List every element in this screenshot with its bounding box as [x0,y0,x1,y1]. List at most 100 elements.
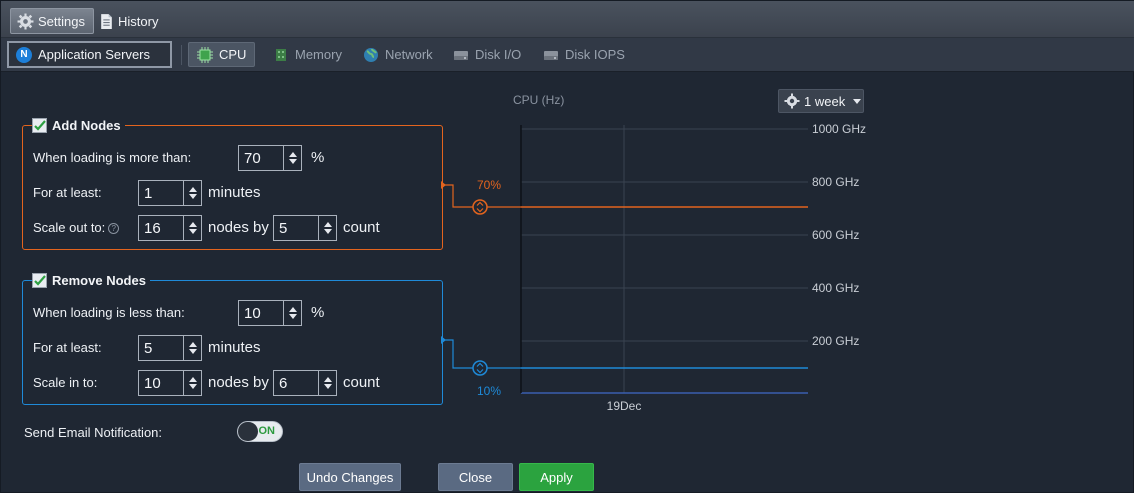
lower-threshold-pointer [441,336,446,344]
spinner-arrows[interactable] [183,371,201,395]
add-duration-stepper[interactable]: 1 [138,180,202,206]
tab-memory[interactable]: Memory [265,42,350,67]
tab-disk-iops[interactable]: Disk IOPS [535,42,633,67]
remove-threshold-unit: % [311,304,325,321]
remove-duration-unit: minutes [208,339,261,356]
chart-title: CPU (Hz) [513,93,565,107]
application-servers-selector[interactable]: N Application Servers [7,41,172,68]
tab-cpu[interactable]: CPU [188,42,256,67]
add-scale-count-stepper[interactable]: 5 [273,215,337,241]
tab-network-label: Network [385,47,433,62]
chart-y-tick-label: 800 GHz [812,175,859,189]
application-servers-label: Application Servers [38,47,150,62]
add-duration-label: For at least: [33,185,102,200]
spinner-arrows[interactable] [318,216,336,240]
add-threshold-unit: % [311,149,325,166]
node-badge-icon: N [16,46,32,63]
check-icon [33,120,46,131]
spinner-arrows[interactable] [183,336,201,360]
lower-threshold-label: 10% [477,384,501,398]
add-scale-nodes-value: 16 [144,219,161,237]
spinner-arrows[interactable] [183,216,201,240]
tab-disk-io[interactable]: Disk I/O [445,42,529,67]
remove-duration-stepper[interactable]: 5 [138,335,202,361]
period-label: 1 week [804,93,846,109]
globe-icon [364,47,378,62]
tab-separator [181,45,182,65]
add-threshold-label: When loading is more than: [33,150,192,165]
add-count-unit: count [343,219,380,236]
add-scale-count-value: 5 [279,219,288,237]
remove-duration-label: For at least: [33,340,102,355]
email-notification-toggle[interactable]: ON [237,421,283,442]
disk-icon [544,50,558,60]
chart-x-tick-label: 19Dec [607,399,642,413]
remove-scale-nodes-value: 10 [144,374,161,392]
remove-threshold-stepper[interactable]: 10 [238,300,302,326]
remove-nodes-checkbox[interactable] [32,273,47,288]
upper-threshold-pointer [441,181,446,189]
remove-nodes-by-label: nodes by [208,374,269,391]
add-duration-unit: minutes [208,184,261,201]
toggle-knob [238,422,258,441]
chart-y-tick-label: 200 GHz [812,334,859,348]
remove-scale-count-value: 6 [279,374,288,392]
gear-icon [784,93,800,109]
period-selector[interactable]: 1 week [778,89,864,113]
memory-icon [276,48,286,61]
remove-threshold-label: When loading is less than: [33,305,185,320]
remove-count-unit: count [343,374,380,391]
close-button[interactable]: Close [438,463,513,491]
chart-y-tick-label: 600 GHz [812,228,859,242]
chart-y-tick-label: 1000 GHz [812,122,866,136]
remove-scale-count-stepper[interactable]: 6 [273,370,337,396]
spinner-arrows[interactable] [283,146,301,170]
disk-icon [454,50,468,60]
chevron-down-icon [853,98,862,104]
add-nodes-checkbox[interactable] [32,118,47,133]
document-icon [101,13,112,29]
remove-threshold-value: 10 [244,304,261,322]
spinner-arrows[interactable] [183,181,201,205]
remove-nodes-panel: Remove Nodes When loading is less than: … [22,273,443,405]
add-nodes-by-label: nodes by [208,219,269,236]
tab-disk-iops-label: Disk IOPS [565,47,625,62]
toggle-state: ON [258,425,276,437]
gear-icon [17,13,34,29]
tab-disk-io-label: Disk I/O [475,47,522,62]
check-icon [33,275,46,286]
tab-network[interactable]: Network [355,42,441,67]
add-nodes-legend: Add Nodes [32,118,125,133]
chart-y-tick-label: 400 GHz [812,281,859,295]
add-threshold-stepper[interactable]: 70 [238,145,302,171]
cpu-chart: 1000 GHz 800 GHz 600 GHz 400 GHz 200 GHz 70%… [441,122,866,413]
help-icon[interactable]: ? [108,223,120,234]
remove-duration-value: 5 [144,339,153,357]
add-nodes-panel: Add Nodes When loading is more than: 70 … [22,118,443,250]
tab-memory-label: Memory [295,47,342,62]
remove-nodes-title: Remove Nodes [52,273,146,288]
apply-button[interactable]: Apply [519,463,594,491]
remove-nodes-legend: Remove Nodes [32,273,150,288]
cpu-icon [197,46,213,63]
undo-changes-button[interactable]: Undo Changes [299,463,401,491]
metric-tab-bar: N Application Servers CPU Memory Network… [1,38,1134,72]
tab-history-label: History [118,13,159,29]
add-nodes-title: Add Nodes [52,118,121,133]
add-scale-label: Scale out to:? [33,220,120,235]
settings-window: Settings History N Application Servers C… [0,0,1134,493]
spinner-arrows[interactable] [318,371,336,395]
top-tab-bar: Settings History [1,1,1134,38]
tab-settings[interactable]: Settings [10,8,94,34]
remove-scale-label: Scale in to: [33,375,98,390]
upper-threshold-label: 70% [477,178,501,192]
tab-settings-label: Settings [38,13,85,29]
spinner-arrows[interactable] [283,301,301,325]
tab-cpu-label: CPU [219,47,247,62]
add-duration-value: 1 [144,184,153,202]
add-scale-nodes-stepper[interactable]: 16 [138,215,202,241]
tab-history[interactable]: History [93,8,166,34]
email-notification-label: Send Email Notification: [24,425,163,440]
remove-scale-nodes-stepper[interactable]: 10 [138,370,202,396]
add-threshold-value: 70 [244,149,261,167]
